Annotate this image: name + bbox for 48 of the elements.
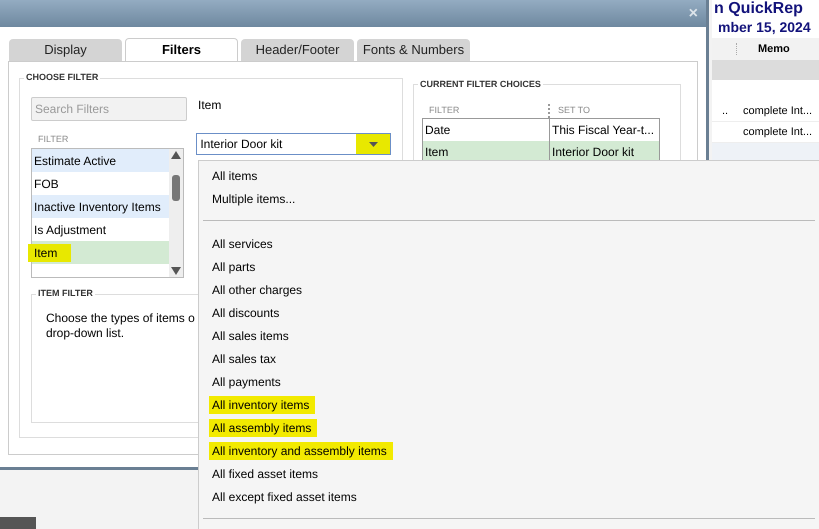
menu-item[interactable]: All discounts (212, 304, 280, 322)
list-heading: FILTER (37, 133, 70, 145)
menu-item[interactable]: All payments (212, 372, 281, 390)
menu-item[interactable]: Multiple items... (212, 190, 296, 208)
menu-item[interactable]: All parts (212, 258, 256, 276)
item-label: Inactive Inventory Items (34, 198, 161, 216)
menu-item[interactable]: All fixed asset items (212, 464, 318, 482)
column-heading: FILTER (428, 104, 460, 118)
column-heading[interactable]: Memo (758, 40, 790, 58)
item-label: Is Adjustment (34, 222, 106, 238)
help-text: drop-down list. (46, 326, 124, 341)
table-cell-text: .. (721, 104, 730, 119)
item-label: FOB (34, 176, 59, 192)
scroll-thumb[interactable] (172, 175, 180, 201)
tab[interactable]: Fonts & Numbers (357, 39, 470, 61)
item-combo[interactable]: Interior Door kit (196, 133, 391, 155)
item-label: Estimate Active (34, 152, 116, 170)
filter-item[interactable]: Inactive Inventory Items (32, 195, 170, 218)
taskbar-strip (0, 517, 36, 529)
item-label: Item (28, 244, 72, 262)
table-cell-text: Item (424, 144, 450, 161)
scrollbar[interactable] (169, 149, 184, 277)
tab[interactable]: Display (9, 39, 122, 61)
tab[interactable]: Filters (125, 38, 238, 61)
report-date: mber 15, 2024 (717, 18, 812, 36)
filter-item[interactable]: Estimate Active (32, 149, 170, 172)
table-cell-text: complete Int... (743, 104, 812, 119)
menu-item[interactable]: All assembly items (209, 418, 318, 436)
caret-icon (368, 142, 378, 146)
menu-item[interactable]: All inventory items (209, 396, 316, 414)
table-cell-text: complete Int... (743, 124, 812, 140)
scroll-down-icon[interactable] (171, 267, 182, 275)
search-field[interactable]: Search Filters (31, 97, 187, 121)
report-title: n QuickRep (713, 0, 803, 18)
field-label: Item (198, 97, 222, 114)
menu-item[interactable]: All sales items (212, 326, 289, 344)
menu-item[interactable]: All other charges (212, 280, 302, 298)
menu-item[interactable]: All inventory and assembly items (209, 442, 393, 460)
filter-item[interactable]: Is Adjustment (32, 218, 170, 241)
menu-item[interactable]: All services (212, 234, 273, 252)
menu-item[interactable]: All sales tax (212, 350, 276, 368)
tab[interactable]: Header/Footer (241, 39, 354, 61)
menu-item[interactable]: All except fixed asset items (212, 488, 357, 506)
scroll-up-icon[interactable] (171, 151, 182, 159)
menu-item[interactable]: All items (212, 166, 258, 184)
help-text: Choose the types of items o (46, 311, 195, 326)
table-cell-text: Date (424, 122, 452, 139)
filter-item[interactable]: FOB (32, 172, 170, 195)
